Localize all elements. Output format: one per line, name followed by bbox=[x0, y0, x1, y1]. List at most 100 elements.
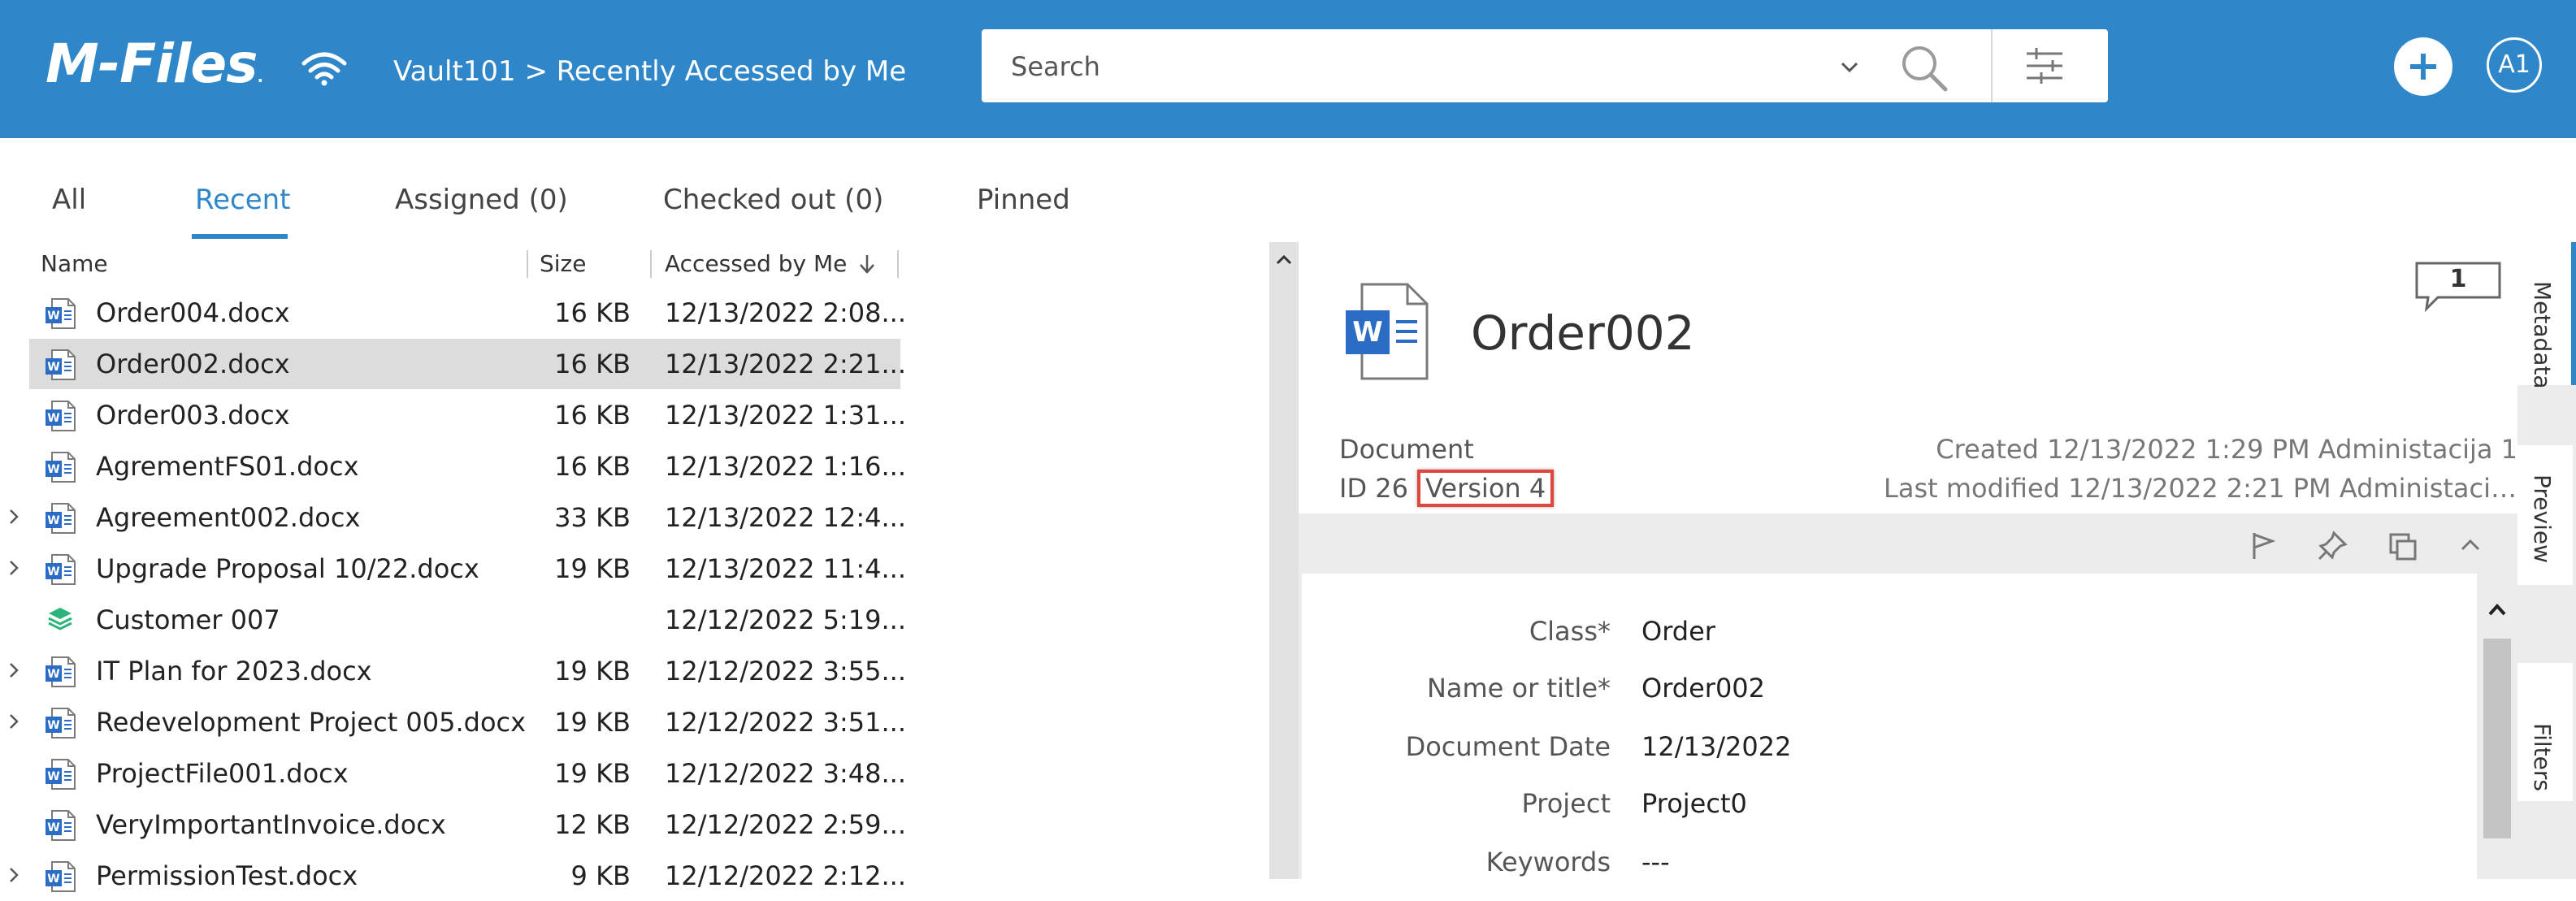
file-name: Order003.docx bbox=[96, 400, 290, 431]
word-doc-icon: W bbox=[44, 297, 76, 330]
file-size: 16 KB bbox=[554, 297, 631, 328]
active-tab-indicator bbox=[192, 234, 288, 239]
file-row[interactable]: W AgrementFS01.docx 16 KB 12/13/2022 1:16..… bbox=[29, 441, 906, 492]
comment-count[interactable]: 1 bbox=[2413, 265, 2503, 293]
file-accessed-date: 12/12/2022 3:51... bbox=[665, 707, 906, 738]
list-scrollbar[interactable] bbox=[1269, 242, 1299, 879]
object-type: Document bbox=[1339, 434, 1474, 465]
word-doc-icon: W bbox=[44, 707, 76, 739]
column-divider[interactable] bbox=[527, 250, 528, 278]
collapse-icon[interactable] bbox=[2454, 530, 2487, 562]
svg-text:W: W bbox=[47, 719, 59, 732]
logo-dot: . bbox=[257, 67, 263, 86]
sort-descending-icon[interactable] bbox=[858, 253, 876, 275]
tab-recent[interactable]: Recent bbox=[195, 184, 291, 216]
file-row[interactable]: Customer 007 12/12/2022 5:19... bbox=[29, 595, 906, 645]
svg-text:W: W bbox=[47, 514, 59, 527]
customer-object-icon bbox=[44, 604, 76, 637]
expand-icon[interactable] bbox=[7, 661, 21, 680]
file-row[interactable]: W Order002.docx 16 KB 12/13/2022 2:21... bbox=[29, 339, 906, 389]
file-name: VeryImportantInvoice.docx bbox=[96, 809, 446, 840]
active-side-tab-indicator bbox=[2571, 242, 2576, 385]
file-accessed-date: 12/13/2022 2:21... bbox=[665, 349, 906, 379]
property-value-keywords[interactable]: --- bbox=[1641, 847, 1670, 877]
file-row[interactable]: W Order004.docx 16 KB 12/13/2022 2:08... bbox=[29, 288, 906, 338]
file-size: 16 KB bbox=[554, 349, 631, 379]
file-accessed-date: 12/12/2022 5:19... bbox=[665, 604, 906, 635]
word-doc-icon: W bbox=[44, 809, 76, 842]
scroll-up-icon[interactable] bbox=[2485, 600, 2509, 619]
file-row[interactable]: W PermissionTest.docx 9 KB 12/12/2022 2:12.… bbox=[10, 851, 906, 901]
file-row[interactable]: W Upgrade Proposal 10/22.docx 19 KB 12/13/2… bbox=[10, 544, 906, 594]
tab-checked-out[interactable]: Checked out (0) bbox=[663, 184, 883, 216]
flag-icon[interactable] bbox=[2246, 530, 2279, 562]
side-tab-filters-label: Filters bbox=[2529, 723, 2556, 791]
chevron-down-icon[interactable] bbox=[1835, 52, 1864, 81]
file-row[interactable]: W Agreement002.docx 33 KB 12/13/2022 12:4..… bbox=[10, 492, 906, 543]
file-name: ProjectFile001.docx bbox=[96, 758, 349, 789]
svg-text:W: W bbox=[47, 463, 59, 476]
column-divider[interactable] bbox=[650, 250, 652, 278]
expand-icon[interactable] bbox=[7, 507, 21, 526]
file-row[interactable]: W IT Plan for 2023.docx 19 KB 12/12/2022 3:… bbox=[10, 646, 906, 696]
file-size: 19 KB bbox=[554, 656, 631, 687]
create-new-button[interactable] bbox=[2394, 37, 2452, 96]
plus-icon bbox=[2410, 54, 2436, 80]
user-avatar[interactable]: A1 bbox=[2487, 37, 2542, 93]
scroll-up-icon[interactable] bbox=[1273, 250, 1295, 270]
search-icon[interactable] bbox=[1897, 41, 1950, 94]
file-size: 16 KB bbox=[554, 451, 631, 482]
m-files-logo[interactable]: M-Files. bbox=[46, 32, 263, 95]
property-label-class: Class* bbox=[1529, 616, 1611, 647]
file-row[interactable]: W ProjectFile001.docx 19 KB 12/12/2022 3:48… bbox=[29, 748, 906, 799]
search-filters-icon[interactable] bbox=[2022, 44, 2067, 88]
expand-icon[interactable] bbox=[7, 865, 21, 885]
svg-text:W: W bbox=[47, 412, 59, 425]
expand-icon[interactable] bbox=[7, 712, 21, 731]
breadcrumb[interactable]: Vault101 > Recently Accessed by Me bbox=[393, 55, 906, 88]
side-tab-preview[interactable]: Preview bbox=[2517, 445, 2573, 585]
popout-icon[interactable] bbox=[2386, 530, 2418, 562]
column-header-name[interactable]: Name bbox=[41, 250, 108, 277]
property-value-class[interactable]: Order bbox=[1641, 616, 1715, 647]
column-divider[interactable] bbox=[897, 250, 899, 278]
view-tabs: All Recent Assigned (0) Checked out (0) … bbox=[0, 138, 2576, 242]
side-tabs: Metadata Preview Filters bbox=[2517, 242, 2576, 879]
word-doc-icon: W bbox=[44, 349, 76, 381]
file-row[interactable]: W VeryImportantInvoice.docx 12 KB 12/12/202… bbox=[29, 799, 906, 850]
side-tab-metadata[interactable]: Metadata bbox=[2517, 242, 2576, 389]
tab-pinned[interactable]: Pinned bbox=[977, 184, 1070, 216]
expand-icon[interactable] bbox=[7, 558, 21, 578]
file-name: PermissionTest.docx bbox=[96, 860, 358, 891]
metadata-pane: W Order002 1 Document ID 26 Version 4 Cr… bbox=[1299, 242, 2517, 879]
tab-all[interactable]: All bbox=[52, 184, 86, 216]
svg-text:W: W bbox=[47, 565, 59, 578]
file-accessed-date: 12/12/2022 3:48... bbox=[665, 758, 906, 789]
property-value-document-date[interactable]: 12/13/2022 bbox=[1641, 731, 1791, 762]
property-value-name[interactable]: Order002 bbox=[1641, 673, 1765, 704]
file-name: Redevelopment Project 005.docx bbox=[96, 707, 527, 738]
top-bar: M-Files. Vault101 > Recently Accessed by… bbox=[0, 0, 2576, 138]
scrollbar-thumb[interactable] bbox=[2483, 639, 2511, 838]
search-input[interactable] bbox=[1009, 47, 1825, 86]
file-row[interactable]: W Redevelopment Project 005.docx 19 KB 12/1… bbox=[10, 697, 906, 747]
properties-scrollbar[interactable] bbox=[2477, 574, 2517, 879]
file-name: AgrementFS01.docx bbox=[96, 451, 359, 482]
created-info: Created 12/13/2022 1:29 PM Administacija… bbox=[1936, 434, 2517, 465]
svg-text:W: W bbox=[47, 770, 59, 783]
file-name: Customer 007 bbox=[96, 604, 280, 635]
file-name: Order004.docx bbox=[96, 297, 290, 328]
tab-assigned[interactable]: Assigned (0) bbox=[395, 184, 568, 216]
pin-icon[interactable] bbox=[2316, 530, 2348, 562]
side-tab-filters[interactable]: Filters bbox=[2517, 663, 2573, 801]
file-accessed-date: 12/13/2022 12:4... bbox=[665, 502, 906, 533]
property-value-project[interactable]: Project0 bbox=[1641, 788, 1747, 819]
object-id: ID 26 bbox=[1339, 473, 1408, 504]
word-doc-icon: W bbox=[44, 502, 76, 535]
file-row[interactable]: W Order003.docx 16 KB 12/13/2022 1:31... bbox=[29, 390, 906, 440]
column-header-accessed[interactable]: Accessed by Me bbox=[665, 250, 847, 277]
file-name: Agreement002.docx bbox=[96, 502, 361, 533]
svg-text:W: W bbox=[47, 310, 59, 323]
version-label-highlighted[interactable]: Version 4 bbox=[1417, 470, 1555, 507]
column-header-size[interactable]: Size bbox=[540, 250, 586, 277]
